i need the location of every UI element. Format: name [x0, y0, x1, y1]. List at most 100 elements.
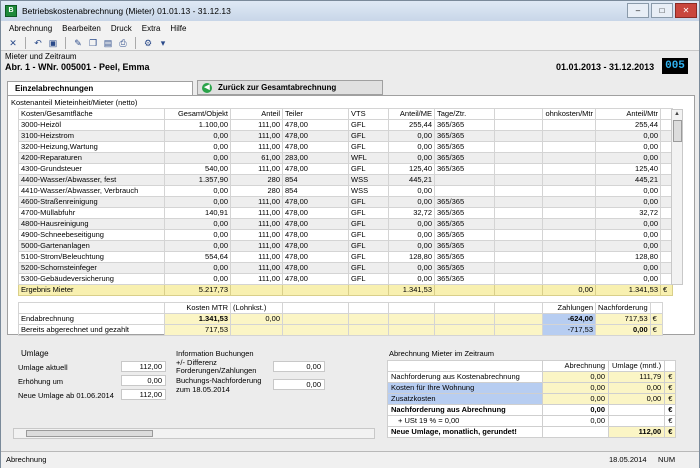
table-cell: 0,00: [595, 141, 661, 153]
table-cell: 4600-Straßenreinigung: [18, 196, 165, 208]
table-cell: WSS: [348, 174, 389, 186]
table-cell: 1.100,00: [164, 119, 231, 131]
column-header: Gesamt/Objekt: [164, 108, 231, 120]
edit-icon[interactable]: ✎: [72, 37, 84, 49]
abr-ust-label: + USt 19 % = 0,00: [387, 415, 543, 427]
save-icon[interactable]: ▣: [47, 37, 59, 49]
table-cell: 365/365: [434, 240, 495, 252]
table-row[interactable]: 4400-Wasser/Abwasser, fest 1.357,90 280 854…: [18, 174, 673, 186]
column-header: Teiler: [282, 108, 349, 120]
table-cell: 32,72: [388, 207, 435, 219]
table-cell: [494, 141, 543, 153]
umlage-title: Umlage: [21, 349, 49, 358]
ber-kosten: 717,53: [164, 324, 231, 336]
column-header: Anteil/Mtr: [595, 108, 661, 120]
table-cell: [494, 273, 543, 285]
maximize-button[interactable]: □: [651, 3, 673, 18]
tools-icon[interactable]: ⚙: [142, 37, 154, 49]
table-cell: 445,21: [388, 174, 435, 186]
tenant-id-box: 005: [662, 58, 688, 74]
table-cell: 854: [282, 185, 349, 197]
table-cell: 478,00: [282, 141, 349, 153]
end-currency: €: [649, 313, 663, 325]
abr-row-currency: €: [664, 393, 677, 405]
abrechnung-table: Abrechnung Umlage (mntl.) Nachforderung …: [387, 360, 677, 438]
table-row[interactable]: 5200-Schornsteinfeger 0,00 111,00 478,00 GFL…: [18, 262, 673, 274]
table-row[interactable]: 3000-Heizöl 1.100,00 111,00 478,00 GFL 255,44…: [18, 119, 673, 131]
print-icon[interactable]: ⎙: [117, 37, 129, 49]
table-cell: 111,00: [230, 163, 283, 175]
dropdown-icon[interactable]: ▾: [157, 37, 169, 49]
sum-cell: 0,00: [542, 284, 596, 296]
table-row[interactable]: 5300-Gebäudeversicherung 0,00 111,00 478,00…: [18, 273, 673, 285]
table-row[interactable]: 5000-Gartenanlagen 0,00 111,00 478,00 GFL 0,0…: [18, 240, 673, 252]
menu-bearbeiten[interactable]: Bearbeiten: [62, 24, 101, 33]
table-cell: 478,00: [282, 262, 349, 274]
table-cell: 478,00: [282, 119, 349, 131]
table-cell: [542, 174, 596, 186]
table-cell: 365/365: [434, 130, 495, 142]
table-row[interactable]: 4900-Schneebeseitigung 0,00 111,00 478,00 GF…: [18, 229, 673, 241]
copy-icon[interactable]: ❐: [87, 37, 99, 49]
abr-row-abrechnung: 0,00: [542, 382, 609, 394]
table-row[interactable]: 4800-Hausreinigung 0,00 111,00 478,00 GFL 0,0…: [18, 218, 673, 230]
table-cell: WSS: [348, 185, 389, 197]
sum-row: Ergebnis Mieter 5.217,73 1.341,53 0,00 1.341…: [18, 284, 673, 296]
minimize-button[interactable]: –: [627, 3, 649, 18]
table-cell: 0,00: [388, 185, 435, 197]
table-row[interactable]: 4200-Reparaturen 0,00 61,00 283,00 WFL 0,00 36…: [18, 152, 673, 164]
table-cell: 283,00: [282, 152, 349, 164]
table-cell: 5200-Schornsteinfeger: [18, 262, 165, 274]
table-cell: [542, 130, 596, 142]
table-cell: [542, 240, 596, 252]
hscroll-thumb[interactable]: [26, 430, 153, 437]
vertical-scrollbar[interactable]: ▲: [671, 109, 683, 285]
table-cell: 5300-Gebäudeversicherung: [18, 273, 165, 285]
table-cell: 128,80: [388, 251, 435, 263]
close-doc-icon[interactable]: ✕: [7, 37, 19, 49]
table-cell: 4400-Wasser/Abwasser, fest: [18, 174, 165, 186]
neue-umlage-label: Neue Umlage ab 01.06.2014: [18, 391, 114, 400]
undo-icon[interactable]: ↶: [32, 37, 44, 49]
table-cell: GFL: [348, 273, 389, 285]
table-cell: 4900-Schneebeseitigung: [18, 229, 165, 241]
sum-cell: [494, 284, 543, 296]
table-row[interactable]: 3200-Heizung,Wartung 0,00 111,00 478,00 GFL 0…: [18, 141, 673, 153]
close-button[interactable]: ✕: [675, 3, 697, 18]
scroll-up-icon[interactable]: ▲: [672, 110, 682, 119]
menu-druck[interactable]: Druck: [111, 24, 132, 33]
table-cell: 0,00: [595, 218, 661, 230]
table-cell: GFL: [348, 196, 389, 208]
table-cell: 125,40: [388, 163, 435, 175]
abr-row-umlage: 0,00: [607, 382, 666, 394]
tab-einzelabrechnungen[interactable]: Einzelabrechnungen: [7, 81, 193, 95]
table-row[interactable]: 3100-Heizstrom 0,00 111,00 478,00 GFL 0,00 365…: [18, 130, 673, 142]
preview-icon[interactable]: ▤: [102, 37, 114, 49]
table-cell: 4200-Reparaturen: [18, 152, 165, 164]
erhoehung-input[interactable]: 0,00: [121, 375, 166, 386]
back-button-label: Zurück zur Gesamtabrechnung: [218, 83, 337, 92]
table-cell: 365/365: [434, 273, 495, 285]
table-row[interactable]: 4300-Grundsteuer 540,00 111,00 478,00 GFL 125…: [18, 163, 673, 175]
table-cell: 0,00: [388, 130, 435, 142]
table-cell: [542, 119, 596, 131]
erhoehung-label[interactable]: Erhöhung um: [18, 377, 63, 386]
horizontal-scrollbar[interactable]: [13, 428, 375, 439]
table-cell: 0,00: [595, 130, 661, 142]
menu-extra[interactable]: Extra: [142, 24, 161, 33]
nach-label-2: zum 18.05.2014: [176, 385, 230, 394]
table-row[interactable]: 4700-Müllabfuhr 140,91 111,00 478,00 GFL 32,7…: [18, 207, 673, 219]
scroll-thumb[interactable]: [673, 120, 682, 142]
table-cell: 255,44: [595, 119, 661, 131]
menu-hilfe[interactable]: Hilfe: [170, 24, 186, 33]
abrechnung-title: Abrechnung Mieter im Zeitraum: [389, 349, 495, 358]
table-cell: 365/365: [434, 196, 495, 208]
table-row[interactable]: 4600-Straßenreinigung 0,00 111,00 478,00 GFL…: [18, 196, 673, 208]
abr-nach-currency: €: [664, 404, 677, 416]
table-cell: [542, 273, 596, 285]
table-row[interactable]: 4410-Wasser/Abwasser, Verbrauch 0,00 280 85…: [18, 185, 673, 197]
table-row[interactable]: 5100-Strom/Beleuchtung 554,64 111,00 478,00…: [18, 251, 673, 263]
menu-abrechnung[interactable]: Abrechnung: [9, 24, 52, 33]
back-to-gesamtabrechnung-button[interactable]: ◀ Zurück zur Gesamtabrechnung: [197, 80, 383, 95]
table-cell: [494, 262, 543, 274]
